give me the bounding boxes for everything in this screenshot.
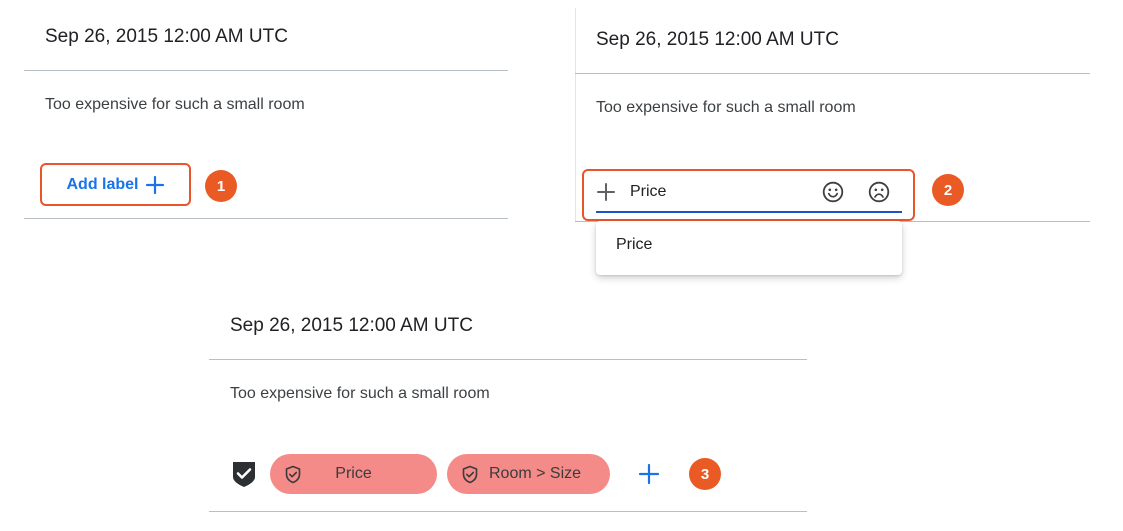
label-suggestions-dropdown: Price [596, 221, 902, 275]
plus-icon [145, 175, 165, 195]
divider [24, 70, 508, 71]
step-badge: 1 [205, 170, 237, 202]
review-date: Sep 26, 2015 12:00 AM UTC [230, 315, 473, 336]
plus-icon [596, 182, 630, 202]
step-badge: 3 [689, 458, 721, 490]
divider [575, 73, 1090, 74]
suggestion-item[interactable]: Price [596, 221, 902, 269]
shield-check-icon[interactable] [231, 460, 257, 493]
label-chip-price[interactable]: Price [270, 454, 437, 494]
label-input[interactable] [630, 183, 780, 201]
plus-icon[interactable] [638, 463, 660, 485]
divider [209, 359, 807, 360]
input-underline [596, 211, 902, 213]
add-label-text: Add label [66, 175, 139, 193]
chip-label: Price [335, 465, 372, 482]
review-text: Too expensive for such a small room [45, 96, 305, 113]
shield-check-outline-icon [284, 465, 302, 484]
step-badge: 2 [932, 174, 964, 206]
smiley-icon[interactable] [822, 181, 844, 203]
add-label-button[interactable]: Add label [42, 165, 189, 204]
label-input-row [596, 174, 902, 210]
review-date: Sep 26, 2015 12:00 AM UTC [45, 26, 288, 47]
review-text: Too expensive for such a small room [230, 385, 490, 402]
card-left-border [575, 8, 576, 221]
divider [24, 218, 508, 219]
chip-label: Room > Size [489, 465, 582, 482]
label-chip-room-size[interactable]: Room > Size [447, 454, 610, 494]
frown-icon[interactable] [868, 181, 890, 203]
review-text: Too expensive for such a small room [596, 99, 856, 116]
divider [209, 511, 807, 512]
review-date: Sep 26, 2015 12:00 AM UTC [596, 29, 839, 50]
shield-check-outline-icon [461, 465, 479, 484]
